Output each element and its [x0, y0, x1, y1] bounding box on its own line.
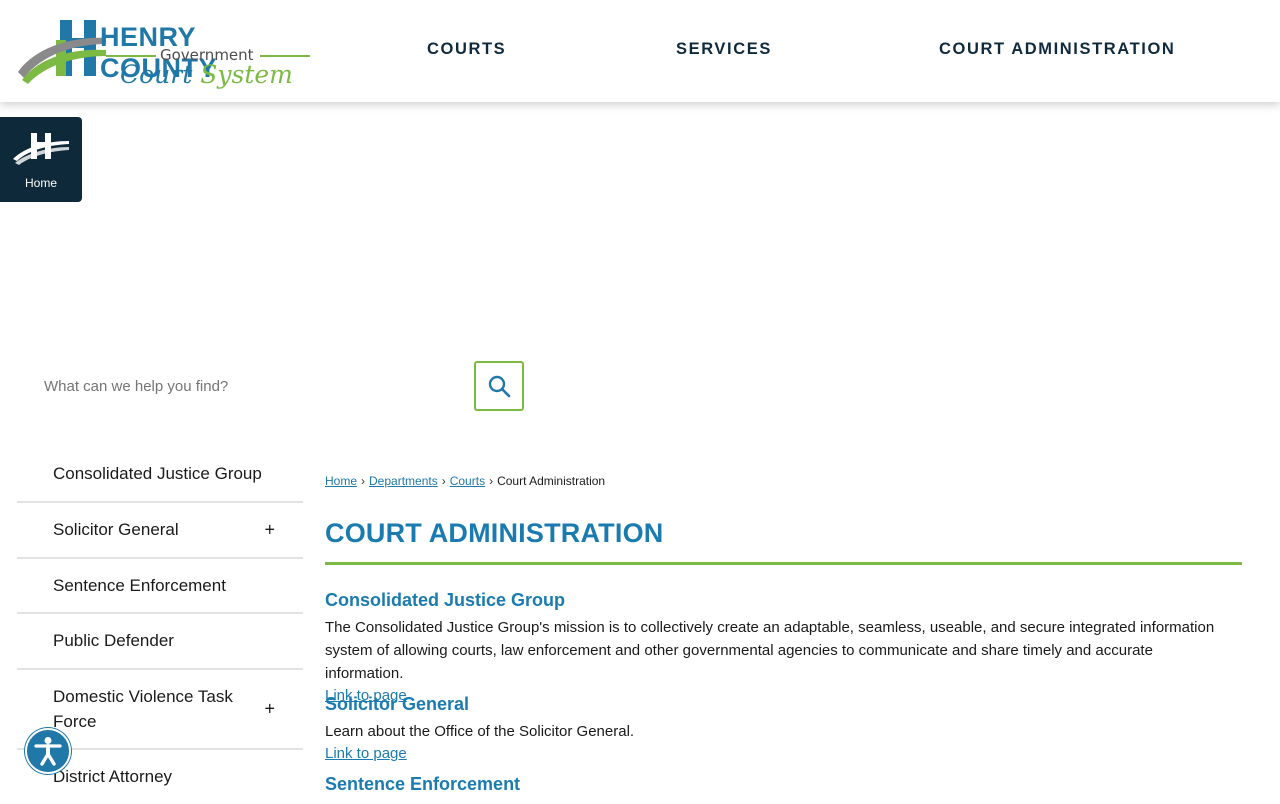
nav-courts[interactable]: COURTS — [427, 40, 506, 59]
breadcrumb-separator: › — [441, 474, 446, 488]
search-button[interactable] — [474, 361, 524, 411]
breadcrumb: Home › Departments › Courts › Court Administra… — [325, 474, 605, 488]
accessibility-button[interactable] — [25, 728, 71, 774]
nav-court-administration[interactable]: COURT ADMINISTRATION — [939, 40, 1175, 59]
sidebar-item-sentence-enforcement[interactable]: Sentence Enforcement — [17, 559, 303, 614]
nav-services[interactable]: SERVICES — [676, 40, 772, 59]
sidebar-item-label: Consolidated Justice Group — [53, 464, 262, 483]
accessibility-icon — [34, 737, 62, 766]
section-title[interactable]: Consolidated Justice Group — [325, 590, 1235, 611]
sidebar-item-solicitor-general[interactable]: Solicitor General + — [17, 503, 303, 559]
sidebar-item-public-defender[interactable]: Public Defender — [17, 614, 303, 670]
breadcrumb-separator: › — [361, 474, 366, 488]
section-consolidated-justice-group: Consolidated Justice Group The Consolida… — [325, 590, 1235, 707]
search-input[interactable] — [44, 378, 444, 395]
section-description: The Consolidated Justice Group's mission… — [325, 619, 1215, 682]
logo-system-word: System — [200, 60, 293, 89]
expand-icon[interactable]: + — [264, 520, 275, 541]
logo-court-word: Court — [120, 60, 193, 89]
breadcrumb-current: Court Administration — [497, 474, 606, 488]
home-label: Home — [24, 176, 57, 190]
henry-h-logo-icon — [13, 133, 69, 165]
home-button[interactable]: Home — [0, 117, 82, 202]
logo-h-mark-icon — [18, 20, 106, 84]
section-title[interactable]: Solicitor General — [325, 694, 1235, 715]
expand-icon[interactable]: + — [264, 697, 275, 722]
logo-court-system: Court System — [120, 60, 293, 89]
sidebar-item-label: Solicitor General — [53, 520, 179, 539]
logo-divider-right — [260, 55, 310, 57]
section-title[interactable]: Sentence Enforcement — [325, 774, 1235, 795]
logo-divider-left — [106, 55, 156, 57]
sidebar-item-label: Public Defender — [53, 631, 174, 650]
search-icon — [488, 375, 511, 398]
sidebar-item-label: Domestic Violence Task Force — [53, 687, 233, 731]
breadcrumb-courts[interactable]: Courts — [450, 474, 485, 488]
sidebar-item-label: District Attorney — [53, 767, 173, 786]
section-description: Learn about the Office of the Solicitor … — [325, 723, 635, 740]
henry-county-court-system-logo[interactable]: HENRY COUNTY Government Court System — [16, 14, 316, 96]
section-link[interactable]: Link to page — [325, 743, 407, 765]
page-title: COURT ADMINISTRATION — [325, 518, 664, 548]
title-divider — [325, 562, 1242, 565]
breadcrumb-home[interactable]: Home — [325, 474, 357, 488]
section-solicitor-general: Solicitor General Learn about the Office… — [325, 694, 1235, 765]
sidebar-item-consolidated-justice-group[interactable]: Consolidated Justice Group — [17, 447, 303, 503]
breadcrumb-departments[interactable]: Departments — [369, 474, 438, 488]
section-sentence-enforcement: Sentence Enforcement — [325, 774, 1235, 795]
breadcrumb-separator: › — [489, 474, 494, 488]
sidebar-item-label: Sentence Enforcement — [53, 575, 226, 595]
site-header: HENRY COUNTY Government Court System COU… — [0, 0, 1280, 102]
